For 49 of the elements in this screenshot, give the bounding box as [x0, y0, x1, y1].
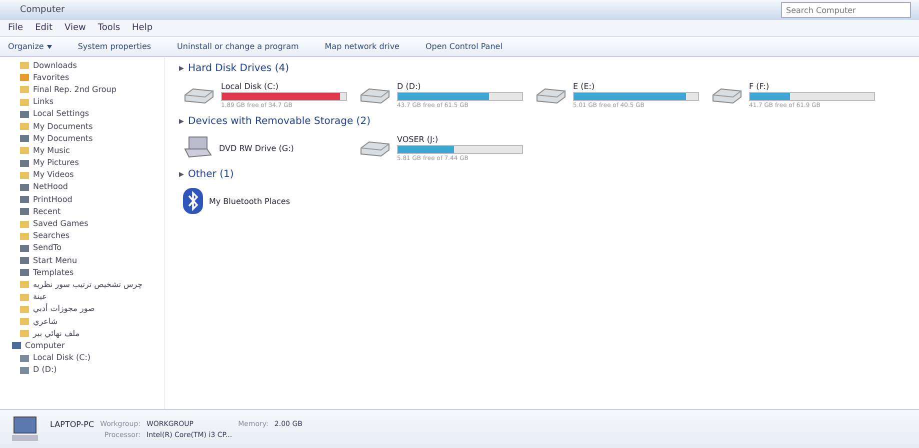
- drive-name[interactable]: Local Disk (C:): [221, 82, 347, 90]
- group-title[interactable]: Other (1): [188, 169, 234, 180]
- sidebar-item[interactable]: Local Disk (C:): [33, 353, 91, 362]
- sidebar-item[interactable]: My Pictures: [33, 158, 79, 168]
- sidebar-item[interactable]: My Videos: [33, 170, 74, 180]
- command-button[interactable]: System properties: [78, 42, 152, 51]
- sidebar-item[interactable]: Recent: [33, 206, 61, 216]
- menu-item[interactable]: View: [64, 23, 86, 33]
- search-field[interactable]: Search Computer: [781, 2, 911, 18]
- group-title[interactable]: Hard Disk Drives (4): [188, 63, 289, 74]
- sidebar-item[interactable]: Start Menu: [33, 256, 78, 265]
- sidebar-item[interactable]: Favorites: [33, 72, 70, 82]
- sidebar-item[interactable]: Saved Games: [33, 219, 88, 228]
- sidebar-item[interactable]: SendTo: [33, 243, 62, 252]
- menu-item[interactable]: File: [8, 23, 24, 33]
- sidebar-item[interactable]: صور مجوزات أدبي: [33, 304, 95, 314]
- sidebar-item[interactable]: My Music: [33, 146, 70, 155]
- command-button[interactable]: Organize: [8, 42, 52, 51]
- sidebar-item[interactable]: Searches: [33, 231, 70, 240]
- sidebar-item[interactable]: Local Settings: [33, 109, 90, 118]
- sidebar-item[interactable]: My Documents: [33, 134, 93, 143]
- address-path[interactable]: Computer: [20, 5, 65, 15]
- sidebar-item[interactable]: PrintHood: [33, 194, 72, 204]
- menu-item[interactable]: Tools: [98, 23, 120, 33]
- sidebar-item[interactable]: Downloads: [33, 60, 77, 70]
- computer-name: LAPTOP-PC: [50, 420, 94, 428]
- sidebar-item[interactable]: شاعري: [33, 316, 58, 326]
- command-button[interactable]: Uninstall or change a program: [177, 42, 299, 51]
- group-title[interactable]: Devices with Removable Storage (2): [188, 116, 370, 127]
- menu-item[interactable]: Edit: [35, 23, 52, 33]
- command-button[interactable]: Map network drive: [324, 42, 400, 51]
- command-button[interactable]: Open Control Panel: [425, 42, 502, 51]
- drive-name[interactable]: DVD RW Drive (G:): [219, 144, 294, 152]
- sidebar-item[interactable]: NetHood: [33, 182, 68, 192]
- sidebar-item[interactable]: Links: [33, 97, 54, 106]
- sidebar-item[interactable]: Templates: [33, 268, 74, 277]
- drive-name[interactable]: D (D:): [397, 82, 523, 90]
- drive-name[interactable]: E (E:): [573, 82, 699, 90]
- drive-name[interactable]: VOSER (J:): [397, 134, 523, 144]
- sidebar-item[interactable]: Computer: [25, 340, 65, 350]
- sidebar-item[interactable]: Final Rep. 2nd Group: [33, 84, 116, 94]
- drive-name[interactable]: F (F:): [749, 82, 875, 90]
- sidebar-item[interactable]: چرس تشخیص ترتیب سور نظریه: [33, 280, 143, 289]
- sidebar-item[interactable]: My Documents: [33, 122, 93, 131]
- sidebar-item[interactable]: D (D:): [33, 365, 57, 374]
- bluetooth-places[interactable]: My Bluetooth Places: [209, 196, 290, 206]
- sidebar-item[interactable]: ملف نهائي بير: [33, 328, 80, 338]
- menu-item[interactable]: Help: [132, 23, 153, 33]
- sidebar-item[interactable]: عينة: [33, 292, 47, 302]
